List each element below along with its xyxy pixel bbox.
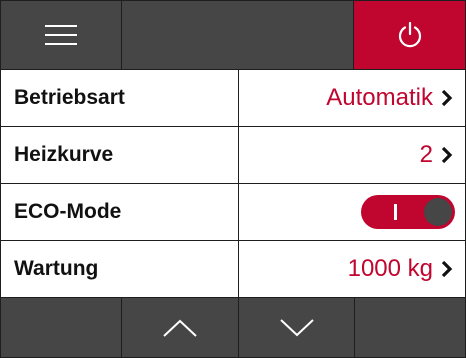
row-value-container [239, 184, 465, 240]
toggle-on-indicator [394, 204, 397, 220]
row-value-container[interactable]: Automatik [239, 70, 465, 126]
row-wartung[interactable]: Wartung 1000 kg [1, 241, 465, 298]
eco-mode-toggle[interactable] [361, 195, 455, 229]
top-bar-title-area [122, 1, 354, 69]
settings-list: Betriebsart Automatik Heizkurve 2 ECO-Mo… [1, 70, 465, 298]
row-value: 2 [419, 141, 433, 168]
toggle-knob [424, 198, 452, 226]
bottom-bar [1, 298, 465, 357]
scroll-down-button[interactable] [239, 298, 355, 357]
chevron-right-icon [441, 260, 453, 278]
bottom-bar-right-slot [355, 298, 465, 357]
row-label: ECO-Mode [1, 184, 239, 240]
chevron-down-icon [279, 318, 314, 336]
row-label: Betriebsart [1, 70, 239, 126]
row-label: Wartung [1, 241, 239, 297]
top-bar [1, 1, 465, 70]
row-value: Automatik [326, 84, 433, 111]
row-value: 1000 kg [347, 255, 433, 282]
row-value-container[interactable]: 2 [239, 127, 465, 183]
row-heizkurve[interactable]: Heizkurve 2 [1, 127, 465, 184]
control-screen: Betriebsart Automatik Heizkurve 2 ECO-Mo… [0, 0, 466, 358]
bottom-bar-left-slot [1, 298, 122, 357]
row-eco-mode: ECO-Mode [1, 184, 465, 241]
chevron-up-icon [163, 319, 197, 337]
row-betriebsart[interactable]: Betriebsart Automatik [1, 70, 465, 127]
row-value-container[interactable]: 1000 kg [239, 241, 465, 297]
menu-button[interactable] [1, 1, 122, 69]
chevron-right-icon [441, 146, 453, 164]
power-button[interactable] [354, 1, 465, 69]
chevron-right-icon [441, 89, 453, 107]
hamburger-menu-icon [45, 25, 77, 45]
scroll-up-button[interactable] [122, 298, 239, 357]
power-icon [398, 21, 421, 48]
row-label: Heizkurve [1, 127, 239, 183]
